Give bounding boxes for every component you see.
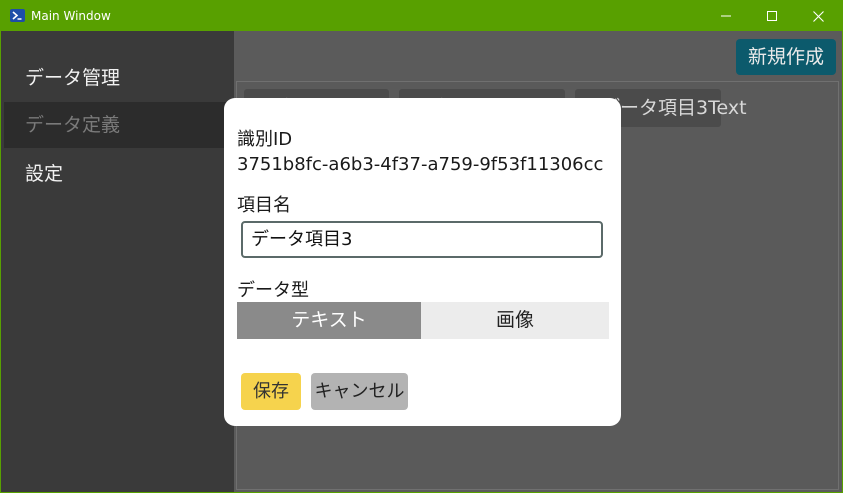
new-create-button[interactable]: 新規作成 xyxy=(736,39,836,75)
save-button[interactable]: 保存 xyxy=(241,373,301,410)
sidebar-item-settings[interactable]: 設定 xyxy=(4,151,234,197)
maximize-icon xyxy=(767,11,777,21)
title-bar[interactable]: Main Window xyxy=(1,1,842,31)
edit-dialog: 識別ID 3751b8fc-a6b3-4f37-a759-9f53f11306c… xyxy=(224,98,621,426)
maximize-button[interactable] xyxy=(749,1,795,31)
window-title: Main Window xyxy=(31,9,111,23)
data-type-option-image[interactable]: 画像 xyxy=(421,302,609,339)
id-label: 識別ID xyxy=(237,129,293,150)
cancel-button[interactable]: キャンセル xyxy=(311,373,408,410)
close-icon xyxy=(812,10,824,22)
item-name-label: 項目名 xyxy=(237,195,291,216)
sidebar-item-data-definition[interactable]: データ定義 xyxy=(4,102,234,148)
sidebar: データ管理 データ定義 設定 xyxy=(1,31,234,492)
minimize-button[interactable] xyxy=(703,1,749,31)
item-name-input[interactable]: データ項目3 xyxy=(241,221,603,258)
data-type-label: データ型 xyxy=(237,280,309,301)
close-button[interactable] xyxy=(795,1,841,31)
data-type-selector: テキスト 画像 xyxy=(237,302,609,339)
powershell-icon xyxy=(10,9,25,22)
minimize-icon xyxy=(721,15,731,17)
sidebar-item-data-management[interactable]: データ管理 xyxy=(4,55,234,101)
data-type-option-text[interactable]: テキスト xyxy=(237,302,421,339)
main-window: Main Window データ管理 データ定義 設定 新規作成 データ項目1Te… xyxy=(0,0,843,493)
id-value: 3751b8fc-a6b3-4f37-a759-9f53f11306cc xyxy=(237,154,604,175)
list-item-label: データ項目3Text xyxy=(601,97,747,119)
